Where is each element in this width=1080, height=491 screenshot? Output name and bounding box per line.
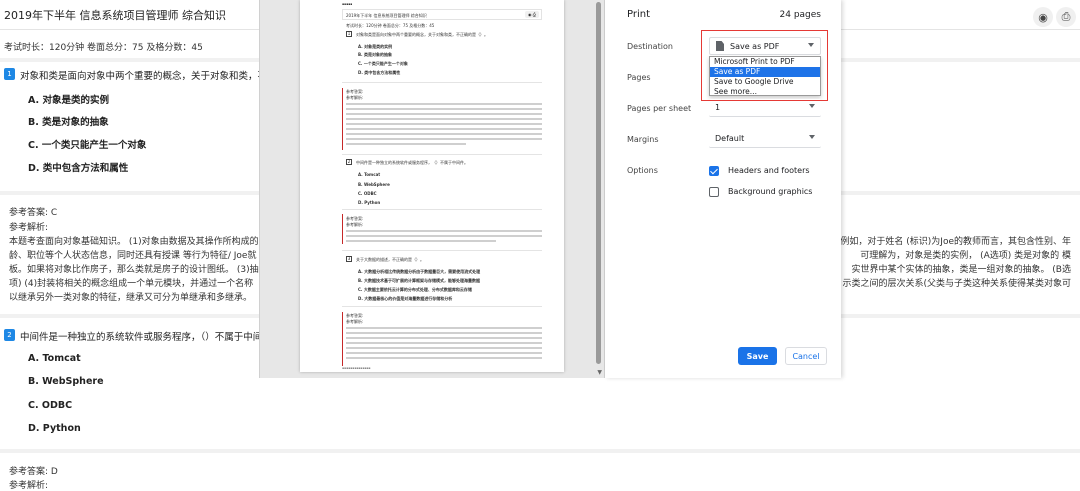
margins-label: Margins xyxy=(627,135,659,144)
preview-text-line xyxy=(346,352,542,354)
destination-label: Destination xyxy=(627,42,673,51)
preview-question-number: 2 xyxy=(346,159,352,165)
preview-text-line xyxy=(346,337,542,339)
preview-option: D. 类中包含方法和属性 xyxy=(358,70,401,75)
preview-answer-marker xyxy=(342,88,343,150)
option-c[interactable]: C. 一个类只能产生一个对象 xyxy=(28,137,146,151)
page-title: 2019年下半年 信息系统项目管理师 综合知识 xyxy=(4,8,226,22)
question-text: 对象和类是面向对象中两个重要的概念，关于对象和类，不正 xyxy=(20,71,277,82)
preview-option: B. WebSphere xyxy=(358,182,390,187)
print-preview-pane[interactable]: ▪▪▪▪▪ 2019年下半年 信息系统项目管理师 综合知识 ◉ ⎙ 考试时长：1… xyxy=(259,0,605,378)
background-graphics-label: Background graphics xyxy=(728,187,813,196)
pages-per-sheet-value: 1 xyxy=(715,103,721,112)
preview-text-line xyxy=(346,347,542,349)
preview-text-line xyxy=(346,103,542,105)
preview-divider xyxy=(342,82,542,83)
preview-question-number: 3 xyxy=(346,256,352,262)
preview-option: C. 一个类只能产生一个对象 xyxy=(358,61,408,66)
preview-divider xyxy=(342,209,542,210)
preview-text-line xyxy=(346,108,542,110)
option-a[interactable]: A. Tomcat xyxy=(28,353,81,364)
option-d[interactable]: D. 类中包含方法和属性 xyxy=(28,160,128,174)
options-label: Options xyxy=(627,166,658,175)
headers-footers-checkbox[interactable] xyxy=(709,166,719,176)
preview-question-number: 1 xyxy=(346,31,352,37)
preview-option: D. Python xyxy=(358,200,381,205)
analysis-label: 参考解析: xyxy=(9,481,49,491)
option-a[interactable]: A. 对象是类的实例 xyxy=(28,92,109,106)
chevron-down-icon xyxy=(809,135,815,139)
preview-question-text: 中间件是一种独立的系统软件或服务程序，（）不属于中间件。 xyxy=(356,160,468,165)
preview-text-line xyxy=(346,327,542,329)
pages-per-sheet-select[interactable]: 1 xyxy=(709,99,821,117)
preview-option: A. 大数据分析相比传统数据分析由于数据量巨大，需要使用流式处理 xyxy=(358,269,481,274)
answer-label: 参考答案: D xyxy=(9,467,58,477)
preview-option: D. 大数据最核心的价值是对海量数据进行存储和分析 xyxy=(358,296,453,301)
preview-text-line xyxy=(346,235,542,237)
chevron-down-icon xyxy=(809,104,815,108)
preview-option: C. ODBC xyxy=(358,191,377,196)
print-title: Print xyxy=(627,9,651,20)
printer-icon[interactable]: ⎙ xyxy=(1056,7,1076,27)
pages-per-sheet-label: Pages per sheet xyxy=(627,104,692,113)
preview-text-line xyxy=(346,342,542,344)
preview-option: B. 类是对象的抽象 xyxy=(358,52,392,57)
preview-text-line xyxy=(346,118,542,120)
question-number: 1 xyxy=(4,68,15,80)
question-number: 2 xyxy=(4,329,15,341)
preview-option: A. Tomcat xyxy=(358,172,381,177)
preview-text-line xyxy=(346,240,496,242)
cancel-button[interactable]: Cancel xyxy=(785,347,827,365)
eye-icon[interactable]: ◉ xyxy=(1033,7,1053,27)
preview-text-line xyxy=(346,357,542,359)
answer-label: 参考答案: C xyxy=(9,208,58,218)
divider xyxy=(0,449,1080,453)
preview-question-text: 关于大数据的描述，不正确的是（）。 xyxy=(356,257,424,262)
scroll-down-icon[interactable]: ▼ xyxy=(597,369,602,376)
preview-text-line xyxy=(346,133,542,135)
option-b[interactable]: B. 类是对象的抽象 xyxy=(28,114,109,128)
preview-page-footer: ▪▪▪▪▪▪▪▪▪▪▪▪▪▪ xyxy=(342,366,371,370)
option-b[interactable]: B. WebSphere xyxy=(28,376,104,387)
preview-question-text: 对象和类是面向对象中两个重要的概念，关于对象和类，不正确的是（）。 xyxy=(356,32,488,37)
preview-option: C. 大数据主要依托云计算的分布式处理、分布式数据库和云存储 xyxy=(358,287,472,292)
page-count: 24 pages xyxy=(779,10,821,20)
preview-analysis-label: 参考解析: xyxy=(346,95,364,100)
preview-meta: 考试时长：120分钟 卷面总分：75 及格分数：45 xyxy=(346,23,435,28)
preview-header-icons: ◉ ⎙ xyxy=(525,11,539,18)
option-d[interactable]: D. Python xyxy=(28,423,81,434)
preview-answer-marker xyxy=(342,312,343,366)
preview-divider xyxy=(342,306,542,307)
preview-text-line xyxy=(346,230,542,232)
preview-text-line xyxy=(346,138,542,140)
preview-divider xyxy=(342,250,542,251)
option-c[interactable]: C. ODBC xyxy=(28,400,72,411)
exam-meta: 考试时长：120分钟 卷面总分：75 及格分数：45 xyxy=(4,43,203,53)
preview-divider xyxy=(342,154,542,155)
destination-highlight-box xyxy=(701,30,828,101)
save-button[interactable]: Save xyxy=(738,347,777,365)
preview-text-line xyxy=(346,332,542,334)
preview-page: ▪▪▪▪▪ 2019年下半年 信息系统项目管理师 综合知识 ◉ ⎙ 考试时长：1… xyxy=(300,0,564,372)
headers-footers-label: Headers and footers xyxy=(728,166,810,175)
preview-text-line xyxy=(346,123,542,125)
preview-answer-marker xyxy=(342,214,343,244)
preview-option: A. 对象是类的实例 xyxy=(358,44,393,49)
preview-text-line xyxy=(346,143,466,145)
analysis-label: 参考解析: xyxy=(9,223,49,233)
pages-label: Pages xyxy=(627,73,651,82)
preview-text-line xyxy=(346,128,542,130)
margins-value: Default xyxy=(715,134,745,143)
preview-text-line xyxy=(346,113,542,115)
margins-select[interactable]: Default xyxy=(709,130,821,148)
question-text: 中间件是一种独立的系统软件或服务程序，（）不属于中间 xyxy=(20,332,263,343)
preview-analysis-label: 参考解析: xyxy=(346,222,364,227)
preview-analysis-label: 参考解析: xyxy=(346,319,364,324)
preview-scrollbar[interactable] xyxy=(596,2,601,364)
preview-page-header: ▪▪▪▪▪ xyxy=(342,2,353,6)
preview-option: B. 大数据技术基于可扩展的计算框架与存储模式，能够处理海量数据 xyxy=(358,278,480,283)
preview-title-bar: 2019年下半年 信息系统项目管理师 综合知识 ◉ ⎙ xyxy=(342,9,542,20)
background-graphics-checkbox[interactable] xyxy=(709,187,719,197)
